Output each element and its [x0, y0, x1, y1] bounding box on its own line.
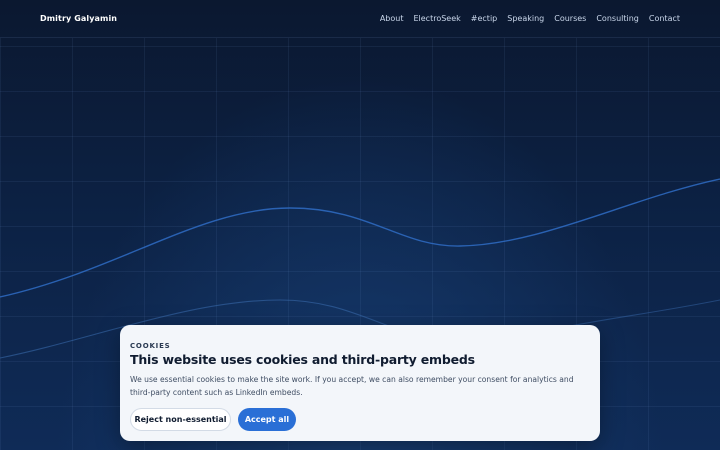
- nav-link-courses[interactable]: Courses: [554, 14, 586, 23]
- nav-link-ectip[interactable]: #ectip: [471, 14, 497, 23]
- brand-logo-link[interactable]: Dmitry Galyamin: [40, 14, 117, 23]
- top-navbar: Dmitry Galyamin About ElectroSeek #ectip…: [0, 0, 720, 38]
- nav-link-about[interactable]: About: [380, 14, 404, 23]
- cookie-kicker-label: COOKIES: [130, 342, 171, 350]
- nav-link-contact[interactable]: Contact: [649, 14, 680, 23]
- wave-line-secondary-tail: [559, 299, 720, 329]
- main-nav: About ElectroSeek #ectip Speaking Course…: [380, 14, 680, 23]
- nav-link-electroseek[interactable]: ElectroSeek: [413, 14, 460, 23]
- reject-non-essential-button[interactable]: Reject non-essential: [130, 408, 231, 431]
- accept-all-button[interactable]: Accept all: [238, 408, 296, 431]
- cookie-description: We use essential cookies to make the sit…: [130, 375, 574, 397]
- cookie-title: This website uses cookies and third-part…: [130, 352, 475, 367]
- cookie-consent-banner: COOKIES This website uses cookies and th…: [120, 325, 600, 441]
- nav-link-speaking[interactable]: Speaking: [507, 14, 544, 23]
- nav-link-consulting[interactable]: Consulting: [596, 14, 639, 23]
- wave-line-primary: [0, 178, 720, 298]
